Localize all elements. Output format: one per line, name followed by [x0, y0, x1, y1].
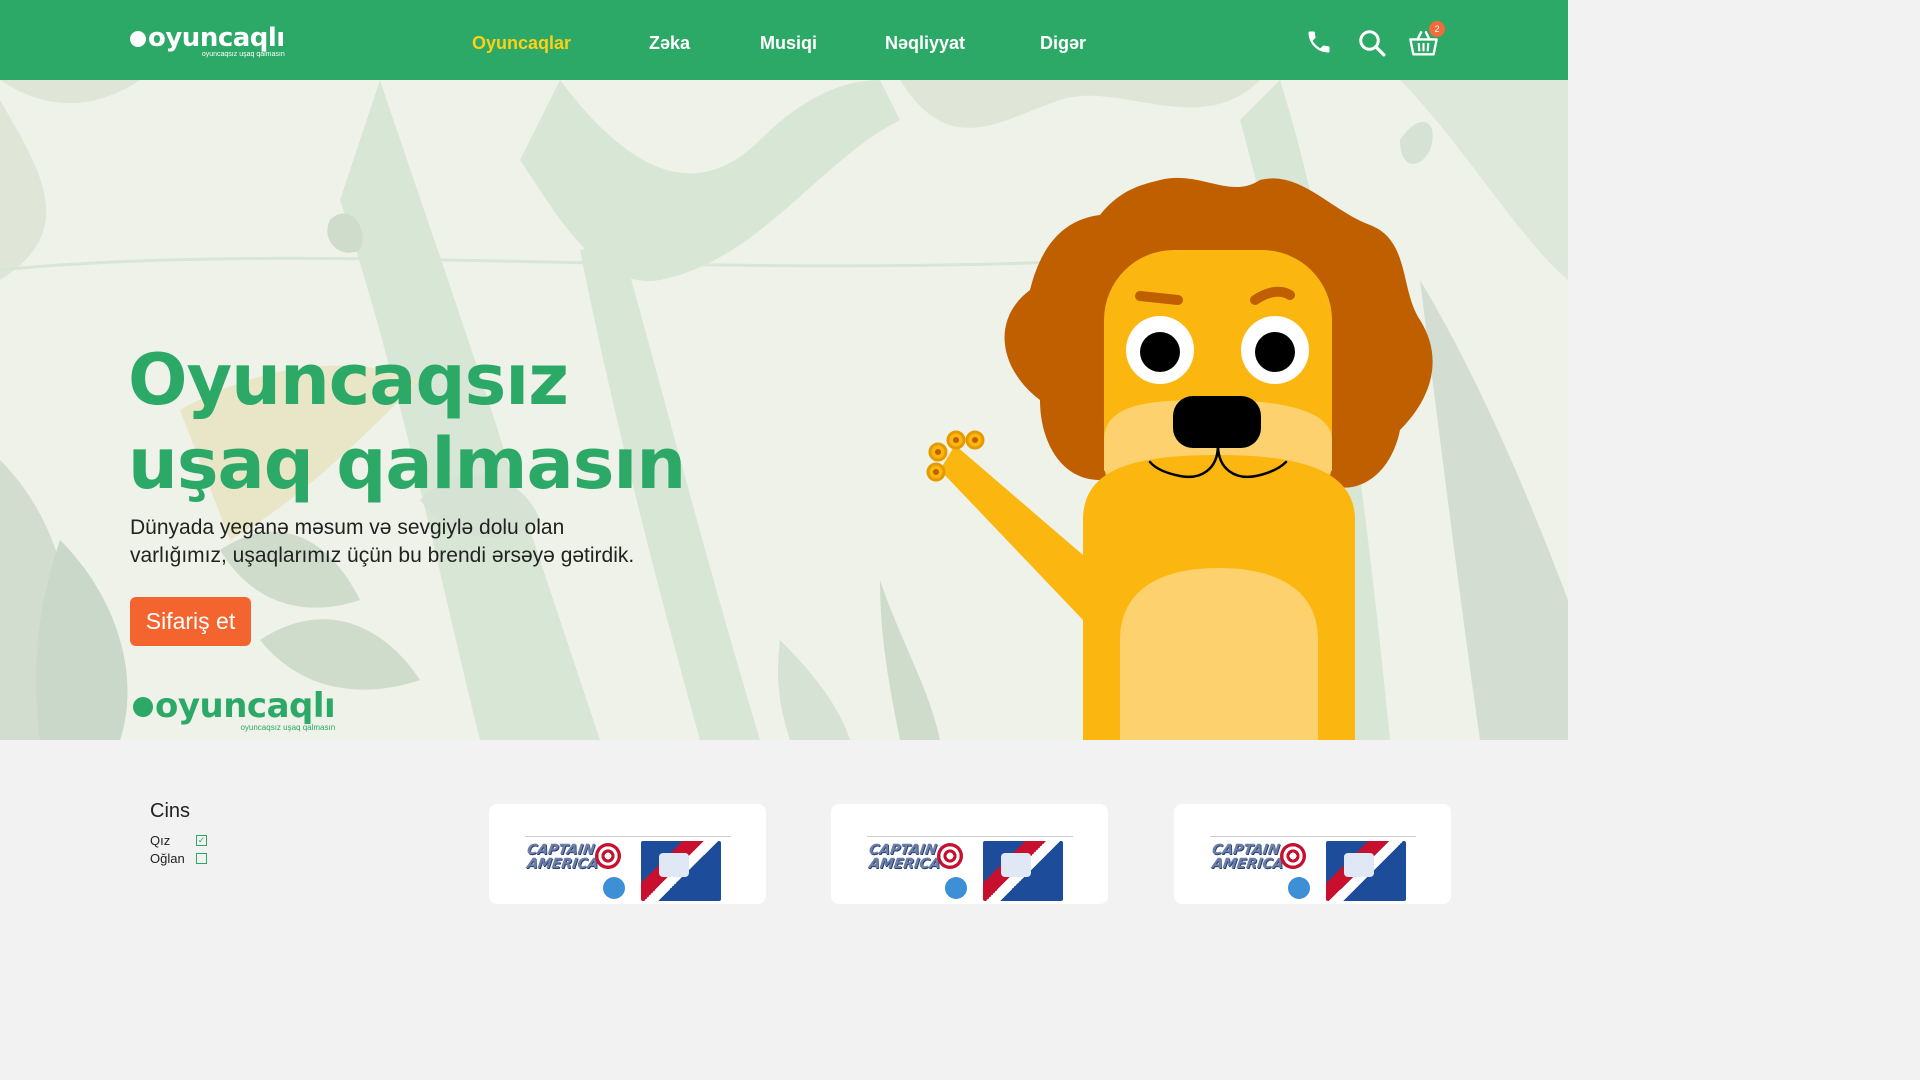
nav-item-neqliyyat[interactable]: Nəqliyyat [885, 33, 965, 54]
product-box-image [983, 841, 1063, 901]
product-card[interactable]: CAPTAIN AMERICA [1174, 804, 1451, 904]
hero-title-line2: uşaq qalmasın [128, 423, 686, 505]
nav-item-zeka[interactable]: Zəka [649, 33, 690, 54]
product-card[interactable]: CAPTAIN AMERICA [831, 804, 1108, 904]
hero-subtitle-line2: varlığımız, uşaqlarımız üçün bu brendi ə… [130, 544, 635, 567]
filter-option-qiz[interactable]: Qız ✓ [150, 833, 210, 851]
nav-item-musiqi[interactable]: Musiqi [760, 33, 817, 54]
product-box-image [641, 841, 721, 901]
checkbox-unchecked-icon[interactable] [196, 853, 207, 864]
logo-circle-icon [130, 31, 146, 47]
product-image-decoration [945, 877, 967, 899]
filter-sidebar: Cins Qız ✓ Oğlan [150, 800, 210, 869]
product-image-decoration [1288, 877, 1310, 899]
hero-title-line1: Oyuncaqsız [128, 339, 569, 421]
shield-icon [937, 843, 963, 869]
product-image[interactable]: CAPTAIN AMERICA [867, 836, 1073, 907]
top-navigation-bar: oyuncaqlı oyuncaqsız uşaq qalmasın Oyunc… [0, 0, 1568, 80]
filter-option-oglan[interactable]: Oğlan [150, 851, 210, 869]
hero-logo-text: oyuncaqlı [155, 686, 336, 726]
logo-circle-icon [133, 697, 153, 717]
filter-option-label: Oğlan [150, 851, 185, 866]
header-logo[interactable]: oyuncaqlı oyuncaqsız uşaq qalmasın [130, 24, 285, 58]
cart-count-badge: 2 [1429, 21, 1445, 37]
product-image[interactable]: CAPTAIN AMERICA [525, 836, 731, 907]
product-image[interactable]: CAPTAIN AMERICA [1210, 836, 1416, 907]
shield-icon [595, 843, 621, 869]
phone-icon[interactable] [1305, 28, 1333, 56]
product-card[interactable]: CAPTAIN AMERICA [489, 804, 766, 904]
lion-mascot-illustration [926, 177, 1433, 740]
filter-option-label: Qız [150, 833, 171, 848]
order-button[interactable]: Sifariş et [130, 597, 251, 646]
checkbox-checked-icon[interactable]: ✓ [196, 835, 207, 846]
nav-item-diger[interactable]: Digər [1040, 33, 1086, 54]
hero-title: Oyuncaqsız uşaq qalmasın [128, 338, 686, 506]
search-icon[interactable] [1357, 28, 1387, 58]
logo-text: oyuncaqlı [148, 23, 285, 53]
filter-title-gender: Cins [150, 800, 191, 822]
hero-banner: Oyuncaqsız uşaq qalmasın Dünyada yeganə … [0, 80, 1568, 740]
hero-subtitle-line1: Dünyada yeganə məsum və sevgiylə dolu ol… [130, 516, 565, 539]
hero-logo: oyuncaqlı oyuncaqsız uşaq qalmasın [133, 686, 336, 732]
hero-subtitle: Dünyada yeganə məsum və sevgiylə dolu ol… [130, 514, 690, 570]
product-image-decoration [603, 877, 625, 899]
shield-icon [1280, 843, 1306, 869]
nav-item-oyuncaqlar[interactable]: Oyuncaqlar [472, 33, 571, 54]
product-box-image [1326, 841, 1406, 901]
